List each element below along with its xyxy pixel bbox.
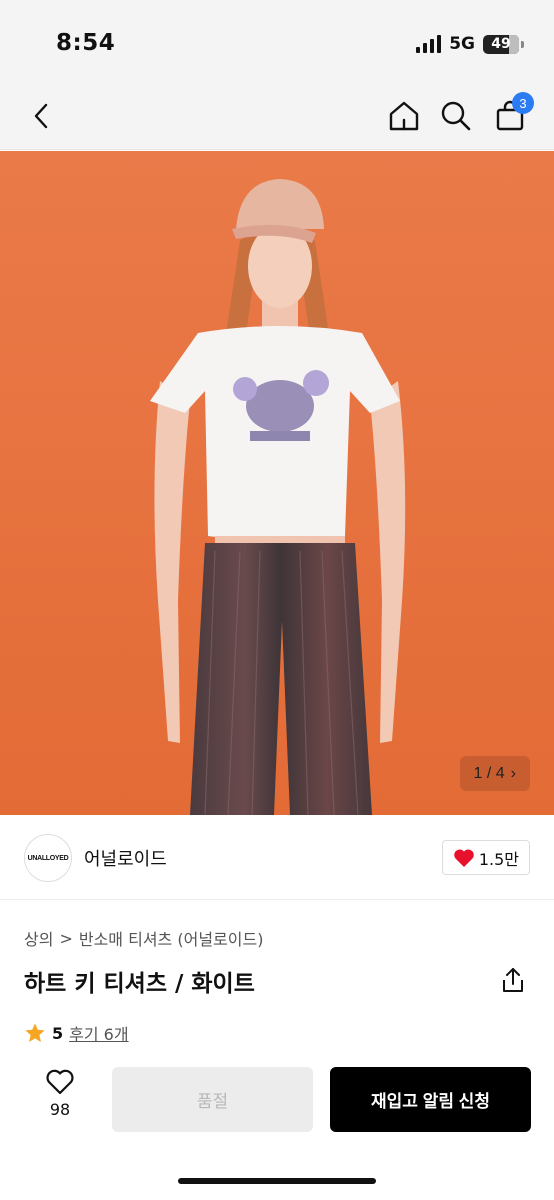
restock-notify-button[interactable]: 재입고 알림 신청 xyxy=(330,1067,531,1132)
image-counter[interactable]: 1 / 4 › xyxy=(459,756,530,791)
network-type: 5G xyxy=(449,34,475,54)
back-icon[interactable] xyxy=(22,96,62,136)
breadcrumb: 상의 > 반소매 티셔츠 (어널로이드) xyxy=(24,926,263,950)
breadcrumb-separator: > xyxy=(59,928,73,948)
product-photo xyxy=(0,151,554,815)
chevron-right-icon: › xyxy=(510,764,516,782)
home-icon[interactable] xyxy=(384,96,424,136)
cart-icon[interactable]: 3 xyxy=(490,92,534,136)
status-time: 8:54 xyxy=(56,30,116,56)
status-indicators: 5G 49 xyxy=(416,34,524,54)
image-counter-text: 1 / 4 xyxy=(473,764,505,782)
battery-level: 49 xyxy=(491,36,511,52)
cart-count-badge: 3 xyxy=(512,92,534,114)
signal-icon xyxy=(416,35,442,53)
share-icon[interactable] xyxy=(500,966,526,994)
brand-like-count: 1.5만 xyxy=(478,849,519,869)
star-icon xyxy=(25,1023,45,1042)
soldout-button: 품절 xyxy=(112,1067,313,1132)
review-count-link[interactable]: 후기 6개 xyxy=(69,1021,128,1045)
product-image-gallery[interactable]: 1 / 4 › xyxy=(0,151,554,815)
status-bar: 8:54 5G 49 xyxy=(0,0,554,86)
brand-like-button[interactable]: 1.5만 xyxy=(441,840,530,875)
wishlist-count: 98 xyxy=(49,1100,71,1119)
brand-logo[interactable]: UNALLOYED xyxy=(24,834,72,882)
search-icon[interactable] xyxy=(436,96,476,136)
battery-icon: 49 xyxy=(483,34,519,54)
product-title: 하트 키 티셔츠 / 화이트 xyxy=(24,971,255,997)
brand-name[interactable]: 어널로이드 xyxy=(84,845,167,871)
home-indicator[interactable] xyxy=(178,1178,376,1184)
rating-row: 5 후기 6개 xyxy=(24,1021,129,1045)
heart-filled-icon xyxy=(454,848,474,867)
breadcrumb-subcategory[interactable]: 반소매 티셔츠 (어널로이드) xyxy=(79,926,264,950)
rating-score: 5 xyxy=(52,1023,64,1043)
wishlist-button[interactable]: 98 xyxy=(40,1068,80,1119)
breadcrumb-category[interactable]: 상의 xyxy=(24,926,53,950)
brand-row[interactable]: UNALLOYED 어널로이드 1.5만 xyxy=(0,816,554,900)
heart-outline-icon xyxy=(46,1069,74,1095)
top-nav-bar: 3 xyxy=(0,86,554,150)
